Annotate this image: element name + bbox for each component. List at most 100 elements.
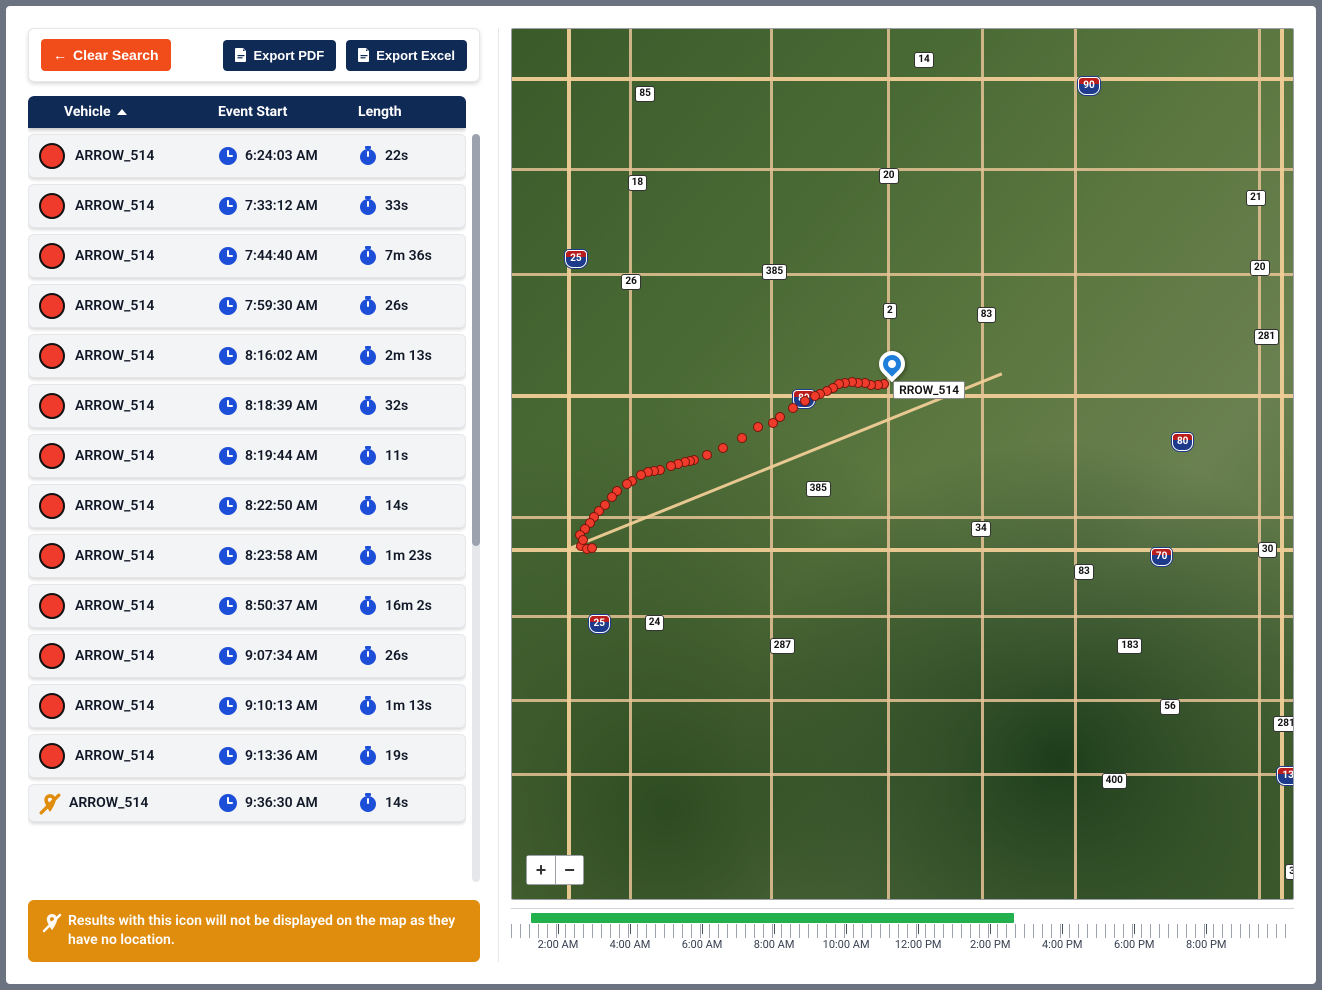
interstate-shield: 80 [1172, 433, 1193, 451]
export-pdf-button[interactable]: Export PDF [223, 40, 336, 71]
timeline-label: 2:00 AM [538, 938, 579, 951]
clock-icon [219, 547, 237, 565]
clear-search-button[interactable]: ← Clear Search [41, 39, 171, 71]
clock-icon [219, 247, 237, 265]
vehicle-name: ARROW_514 [69, 795, 148, 811]
vehicle-name: ARROW_514 [75, 648, 154, 664]
route-shield: 83 [1074, 564, 1093, 580]
stopwatch-icon [359, 497, 377, 515]
stopwatch-icon [359, 747, 377, 765]
col-header-event-start[interactable]: Event Start [218, 104, 358, 120]
table-row[interactable]: ARROW_5148:19:44 AM11s [28, 434, 466, 478]
vehicle-name: ARROW_514 [75, 698, 154, 714]
timeline-label: 8:00 AM [754, 938, 795, 951]
trail-point[interactable] [768, 418, 778, 428]
table-row[interactable]: ARROW_5147:59:30 AM26s [28, 284, 466, 328]
trail-point[interactable] [587, 543, 597, 553]
clock-icon [219, 697, 237, 715]
table-row[interactable]: ARROW_5149:10:13 AM1m 13s [28, 684, 466, 728]
table-row[interactable]: ARROW_5146:24:03 AM22s [28, 134, 466, 178]
col-header-length-label: Length [358, 104, 402, 120]
table-row[interactable]: ARROW_5147:44:40 AM7m 36s [28, 234, 466, 278]
vehicle-name: ARROW_514 [75, 398, 154, 414]
file-pdf-icon [235, 48, 247, 62]
trail-point[interactable] [800, 396, 810, 406]
stopwatch-icon [359, 547, 377, 565]
zoom-in-button[interactable]: + [527, 856, 555, 884]
route-shield: 385 [762, 264, 787, 280]
timeline[interactable]: 2:00 AM4:00 AM6:00 AM8:00 AM10:00 AM12:0… [511, 908, 1294, 962]
col-header-vehicle[interactable]: Vehicle [38, 104, 218, 120]
interstate-shield: 90 [1078, 77, 1099, 95]
table-row[interactable]: ARROW_5148:50:37 AM16m 2s [28, 584, 466, 628]
timeline-label: 6:00 AM [682, 938, 723, 951]
event-start: 7:33:12 AM [245, 198, 318, 214]
clock-icon [219, 397, 237, 415]
table-row[interactable]: ARROW_5149:36:30 AM14s [28, 784, 466, 822]
vehicle-name: ARROW_514 [75, 148, 154, 164]
timeline-range-bar[interactable] [531, 913, 1014, 923]
no-location-warning: Results with this icon will not be displ… [28, 900, 480, 962]
event-start: 9:10:13 AM [245, 698, 318, 714]
stopwatch-icon [359, 447, 377, 465]
clock-icon [219, 597, 237, 615]
event-length: 33s [385, 198, 408, 214]
clock-icon [219, 147, 237, 165]
table-row[interactable]: ARROW_5148:22:50 AM14s [28, 484, 466, 528]
map-view[interactable]: + − 902580807025135148518202638528328138… [511, 28, 1294, 900]
vehicle-name: ARROW_514 [75, 448, 154, 464]
stopwatch-icon [359, 347, 377, 365]
col-header-event-start-label: Event Start [218, 104, 287, 120]
event-length: 19s [385, 748, 408, 764]
event-start: 7:44:40 AM [245, 248, 318, 264]
timeline-ticks [511, 924, 1294, 938]
trail-point[interactable] [810, 391, 820, 401]
clock-icon [219, 497, 237, 515]
trail-point[interactable] [753, 422, 763, 432]
timeline-labels: 2:00 AM4:00 AM6:00 AM8:00 AM10:00 AM12:0… [511, 938, 1294, 954]
col-header-length[interactable]: Length [358, 104, 456, 120]
event-start: 8:19:44 AM [245, 448, 318, 464]
no-location-icon [42, 913, 62, 933]
event-length: 26s [385, 298, 408, 314]
table-row[interactable]: ARROW_5149:13:36 AM19s [28, 734, 466, 778]
vehicle-pin[interactable] [879, 351, 905, 377]
table-row[interactable]: ARROW_5148:18:39 AM32s [28, 384, 466, 428]
timeline-label: 2:00 PM [970, 938, 1010, 951]
timeline-label: 4:00 AM [610, 938, 651, 951]
table-header: Vehicle Event Start Length [28, 96, 466, 128]
route-shield: 287 [770, 638, 795, 654]
event-marker-icon [39, 393, 65, 419]
trail-point[interactable] [737, 433, 747, 443]
clock-icon [219, 747, 237, 765]
zoom-out-button[interactable]: − [555, 856, 583, 884]
vehicle-pin-label: RROW_514 [893, 381, 965, 399]
export-excel-button[interactable]: Export Excel [346, 40, 467, 71]
event-length: 14s [385, 498, 408, 514]
scroll-thumb[interactable] [472, 134, 480, 546]
event-start: 8:22:50 AM [245, 498, 318, 514]
trail-point[interactable] [636, 470, 646, 480]
trail-point[interactable] [622, 479, 632, 489]
trail-point[interactable] [788, 403, 798, 413]
stopwatch-icon [359, 697, 377, 715]
table-row[interactable]: ARROW_5149:07:34 AM26s [28, 634, 466, 678]
table-row[interactable]: ARROW_5148:23:58 AM1m 23s [28, 534, 466, 578]
table-row[interactable]: ARROW_5147:33:12 AM33s [28, 184, 466, 228]
route-shield: 21 [1246, 190, 1265, 206]
event-start: 9:07:34 AM [245, 648, 318, 664]
trail-point[interactable] [718, 443, 728, 453]
trail-point[interactable] [702, 450, 712, 460]
event-marker-icon [39, 643, 65, 669]
route-shield: 183 [1117, 638, 1142, 654]
route-shield: 26 [621, 274, 640, 290]
no-location-icon [39, 793, 59, 813]
route-shield: 20 [1250, 260, 1269, 276]
trail-point[interactable] [666, 461, 676, 471]
arrow-left-icon: ← [53, 47, 67, 63]
route-shield: 281 [1273, 716, 1294, 732]
table-scrollbar[interactable] [472, 134, 480, 882]
event-length: 7m 36s [385, 248, 432, 264]
table-row[interactable]: ARROW_5148:16:02 AM2m 13s [28, 334, 466, 378]
trail-point[interactable] [578, 535, 588, 545]
